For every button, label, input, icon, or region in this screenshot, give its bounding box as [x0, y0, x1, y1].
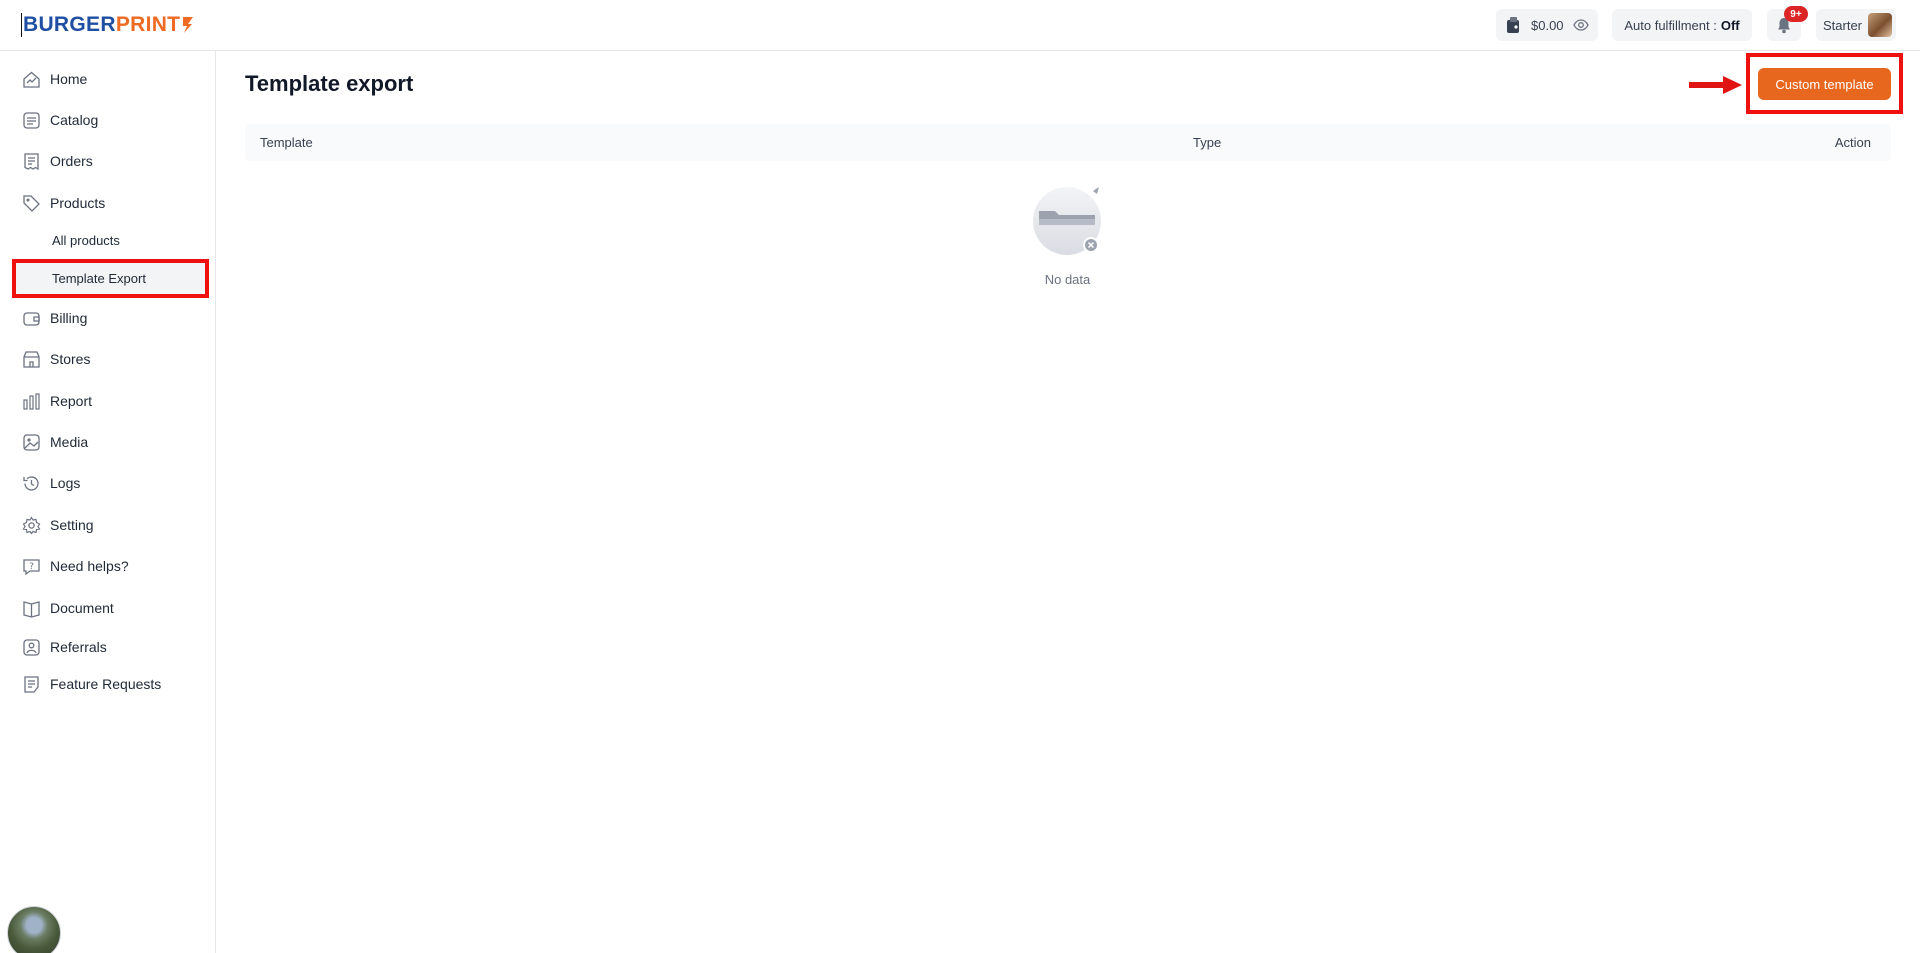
sidebar-item-label: Products	[50, 195, 106, 211]
brand-logo[interactable]: BURGER PRINT	[21, 13, 194, 37]
gear-icon	[22, 515, 41, 535]
sidebar-item-setting[interactable]: Setting	[22, 513, 94, 537]
sidebar-item-label: Billing	[50, 310, 88, 326]
auto-fulfillment-label: Auto fulfillment :	[1624, 17, 1717, 33]
page-title: Template export	[245, 71, 414, 96]
sidebar-item-orders[interactable]: Orders	[22, 149, 93, 173]
user-avatar[interactable]	[7, 906, 61, 953]
home-chart-icon	[22, 70, 41, 89]
sidebar-subitem-all-products[interactable]: All products	[52, 229, 120, 251]
balance-amount: $0.00	[1531, 17, 1564, 33]
auto-fulfillment-toggle[interactable]: Auto fulfillment : Off	[1612, 9, 1752, 41]
bolt-icon	[183, 17, 194, 33]
eye-icon[interactable]	[1572, 17, 1589, 33]
sidebar-item-label: Referrals	[50, 639, 107, 655]
sidebar-item-referrals[interactable]: Referrals	[22, 635, 107, 659]
sidebar-item-label: Media	[50, 434, 89, 450]
sidebar-subitem-label: All products	[52, 232, 120, 248]
tag-icon	[22, 194, 41, 213]
brand-name-part-2: PRINT	[115, 13, 181, 36]
orders-icon	[22, 152, 41, 171]
wallet-icon	[22, 309, 41, 328]
top-bar: BURGER PRINT $0.00 Auto fulfillment : Of…	[0, 0, 1920, 51]
column-header-action: Action	[1834, 135, 1871, 150]
account-plan-menu[interactable]: Starter	[1816, 9, 1896, 41]
empty-folder-icon	[1033, 187, 1101, 255]
sidebar-subitem-label: Template Export	[52, 270, 146, 286]
history-icon	[22, 474, 41, 493]
svg-text:?: ?	[29, 562, 34, 572]
sidebar-item-label: Report	[50, 393, 93, 409]
sidebar-item-label: Logs	[50, 475, 81, 491]
sidebar-item-report[interactable]: Report	[22, 389, 92, 413]
brand-name-part-1: BURGER	[23, 13, 116, 36]
bar-chart-icon	[22, 392, 41, 411]
sidebar-item-label: Home	[50, 71, 88, 87]
catalog-icon	[22, 111, 41, 130]
sidebar-item-document[interactable]: Document	[22, 596, 114, 620]
help-icon: ?	[22, 557, 41, 576]
sidebar-item-label: Orders	[50, 153, 93, 169]
wallet-icon	[1507, 17, 1519, 33]
book-icon	[22, 599, 41, 618]
red-arrow-annotation	[1689, 76, 1742, 94]
custom-template-button[interactable]: Custom template	[1758, 68, 1891, 100]
empty-state-text: No data	[1044, 272, 1091, 287]
wallet-balance[interactable]: $0.00	[1496, 9, 1598, 41]
sidebar-item-label: Feature Requests	[50, 676, 162, 692]
column-header-template: Template	[260, 135, 313, 150]
sidebar-item-stores[interactable]: Stores	[22, 347, 90, 371]
sidebar-item-logs[interactable]: Logs	[22, 471, 80, 495]
sidebar-item-home[interactable]: Home	[22, 67, 87, 91]
sidebar-item-label: Catalog	[50, 112, 99, 128]
store-icon	[22, 350, 41, 369]
referral-icon	[22, 638, 41, 657]
sidebar-item-label: Document	[50, 600, 114, 616]
sidebar-item-feature-requests[interactable]: Feature Requests	[22, 672, 161, 696]
table-header: Template Type Action	[245, 124, 1891, 161]
notifications-badge: 9+	[1784, 6, 1808, 22]
sidebar-item-label: Need helps?	[50, 558, 129, 574]
sidebar-item-label: Stores	[50, 351, 91, 367]
sidebar-item-billing[interactable]: Billing	[22, 306, 87, 330]
text-caret	[21, 13, 22, 37]
sidebar-item-label: Setting	[50, 517, 94, 533]
sidebar-item-catalog[interactable]: Catalog	[22, 108, 98, 132]
feature-request-icon	[22, 675, 41, 694]
sidebar-subitem-template-export[interactable]: Template Export	[52, 267, 146, 289]
sidebar-item-media[interactable]: Media	[22, 430, 88, 454]
auto-fulfillment-value: Off	[1720, 17, 1740, 33]
sidebar-item-products[interactable]: Products	[22, 191, 105, 215]
column-header-type: Type	[1193, 135, 1222, 150]
sidebar: Home Catalog Orders Products All product…	[0, 51, 216, 953]
sidebar-item-need-helps[interactable]: ? Need helps?	[22, 554, 129, 578]
account-avatar	[1868, 13, 1893, 37]
image-icon	[22, 433, 41, 452]
plan-label: Starter	[1823, 17, 1863, 33]
